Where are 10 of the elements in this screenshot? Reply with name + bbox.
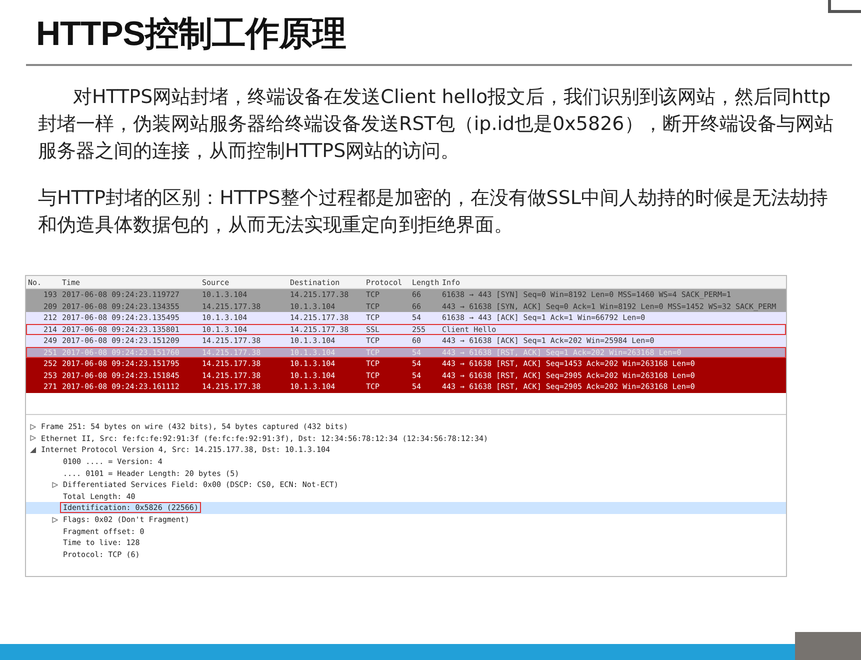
corner-decoration bbox=[828, 0, 861, 13]
paragraph: 对HTTPS网站封堵，终端设备在发送Client hello报文后，我们识别到该网站，然后同http封堵一样，伪装网站服务器给终端设备发送RST包（ip.id也是0x5826），断开终端设备与网站服务器之间的连接，从而控制HTTPS网站的访问。 bbox=[38, 85, 834, 164]
expand-icon[interactable] bbox=[30, 424, 36, 430]
paragraph: 与HTTP封堵的区别：HTTPS整个过程都是加密的，在没有做SSL中间人劫持的时候是无法劫持和伪造具体数据包的，从而无法实现重定向到拒绝界面。 bbox=[38, 186, 830, 238]
expand-icon[interactable] bbox=[52, 516, 58, 523]
expand-icon[interactable] bbox=[52, 482, 58, 488]
footer-corner-block bbox=[795, 632, 861, 660]
slide-title: HTTPS控制工作原理 bbox=[36, 14, 347, 55]
expand-icon[interactable] bbox=[30, 435, 36, 442]
collapse-icon[interactable] bbox=[30, 446, 36, 453]
